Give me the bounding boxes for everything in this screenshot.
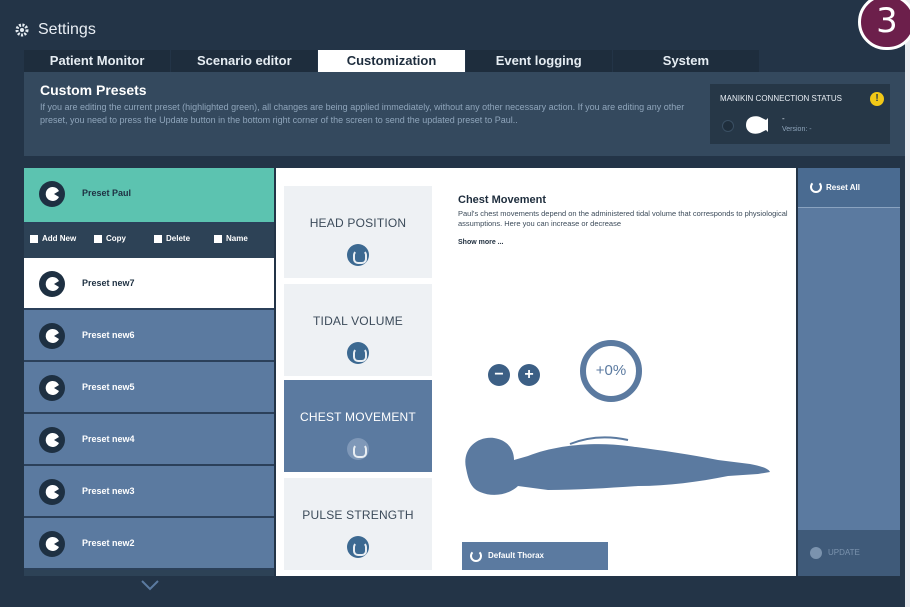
manikin-status-value: - [782, 114, 785, 123]
increase-button[interactable]: + [518, 364, 540, 386]
manikin-status-label: MANIKIN CONNECTION STATUS [720, 94, 842, 103]
power-icon [810, 181, 822, 193]
category-chest-movement[interactable]: CHEST MOVEMENT [284, 380, 432, 472]
category-label: HEAD POSITION [309, 216, 407, 230]
preset-logo-icon [39, 531, 65, 557]
power-indicator-icon [722, 120, 734, 132]
default-thorax-button[interactable]: Default Thorax [462, 542, 608, 570]
category-list: HEAD POSITION TIDAL VOLUME CHEST MOVEMEN… [284, 186, 432, 570]
preset-list: Preset Paul Add New Copy Delete Name Pre… [24, 168, 274, 576]
preset-item[interactable]: Preset new4 [24, 414, 274, 466]
tab-scenario-editor[interactable]: Scenario editor [171, 50, 318, 72]
plus-icon [30, 234, 38, 243]
panel-title: Chest Movement [458, 194, 547, 206]
trash-icon [154, 234, 162, 243]
tab-customization[interactable]: Customization [318, 50, 465, 72]
preset-logo-icon [39, 271, 65, 297]
preset-name: Preset new4 [82, 434, 135, 444]
info-description: If you are editing the current preset (h… [40, 102, 685, 125]
warning-icon: ! [870, 92, 884, 106]
tab-event-logging[interactable]: Event logging [465, 50, 612, 72]
preset-logo-icon [39, 375, 65, 401]
preset-name: Preset new3 [82, 486, 135, 496]
add-new-button[interactable]: Add New [30, 234, 76, 243]
manikin-head-icon [746, 116, 768, 134]
preset-item[interactable]: Preset new7 [24, 258, 274, 310]
preset-actions: Add New Copy Delete Name [24, 226, 274, 256]
percent-readout: +0% [580, 340, 642, 402]
show-more-link[interactable]: Show more ... [458, 239, 504, 246]
preset-item[interactable]: Preset new6 [24, 310, 274, 362]
dial-icon [347, 342, 369, 364]
delete-label: Delete [166, 234, 191, 243]
tab-system[interactable]: System [612, 50, 760, 72]
preset-name: Preset new7 [82, 278, 135, 288]
manikin-status: MANIKIN CONNECTION STATUS ! - Version: - [710, 84, 890, 144]
category-label: PULSE STRENGTH [302, 508, 414, 522]
category-tidal-volume[interactable]: TIDAL VOLUME [284, 284, 432, 376]
panel-description: Paul's chest movements depend on the adm… [458, 209, 788, 228]
copy-icon [94, 234, 102, 243]
tab-patient-monitor[interactable]: Patient Monitor [24, 50, 171, 72]
info-bar: Custom Presets If you are editing the cu… [24, 72, 905, 156]
dial-icon [347, 438, 369, 460]
category-head-position[interactable]: HEAD POSITION [284, 186, 432, 278]
chevron-down-icon[interactable] [140, 578, 160, 592]
preset-logo-icon [39, 181, 65, 207]
title-bar: Settings [0, 12, 905, 50]
dial-icon [347, 244, 369, 266]
reset-all-label: Reset All [826, 183, 860, 192]
power-icon [470, 550, 482, 562]
name-label: Name [226, 234, 248, 243]
gear-icon [15, 23, 29, 37]
preset-name: Preset new2 [82, 538, 135, 548]
preset-name: Preset new6 [82, 330, 135, 340]
right-sidebar: Reset All UPDATE [798, 168, 900, 576]
category-label: CHEST MOVEMENT [300, 410, 416, 424]
preset-item[interactable]: Preset new5 [24, 362, 274, 414]
category-pulse-strength[interactable]: PULSE STRENGTH [284, 478, 432, 570]
preset-current[interactable]: Preset Paul [24, 168, 274, 224]
app-window: Settings Patient Monitor Scenario editor… [0, 0, 905, 607]
preset-name: Preset new5 [82, 382, 135, 392]
preset-logo-icon [39, 427, 65, 453]
preset-item[interactable]: Preset new2 [24, 518, 274, 570]
default-thorax-label: Default Thorax [488, 551, 545, 560]
add-new-label: Add New [42, 234, 77, 243]
preset-item[interactable]: Preset new3 [24, 466, 274, 518]
dial-icon [347, 536, 369, 558]
page-title: Custom Presets [40, 82, 147, 98]
tab-bar: Patient Monitor Scenario editor Customiz… [24, 50, 760, 72]
copy-button[interactable]: Copy [94, 234, 126, 243]
update-button[interactable]: UPDATE [798, 530, 900, 576]
preset-logo-icon [39, 479, 65, 505]
arrow-right-icon [810, 547, 822, 559]
editor-panel: HEAD POSITION TIDAL VOLUME CHEST MOVEMEN… [276, 168, 796, 576]
preset-logo-icon [39, 323, 65, 349]
reset-all-button[interactable]: Reset All [798, 168, 900, 208]
decrease-button[interactable]: − [488, 364, 510, 386]
pencil-icon [214, 234, 222, 243]
window-title: Settings [38, 21, 96, 38]
manikin-body-illustration [465, 436, 770, 495]
delete-button[interactable]: Delete [154, 234, 190, 243]
preset-name: Preset Paul [82, 188, 132, 198]
name-button[interactable]: Name [214, 234, 248, 243]
copy-label: Copy [106, 234, 126, 243]
category-label: TIDAL VOLUME [313, 314, 403, 328]
update-label: UPDATE [828, 548, 860, 557]
manikin-version: Version: - [782, 126, 812, 133]
